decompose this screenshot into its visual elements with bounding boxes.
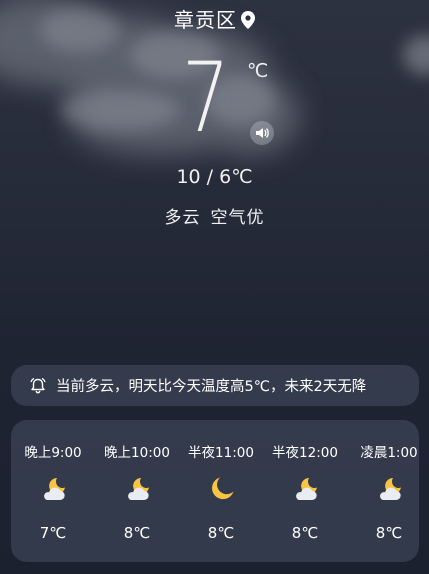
hour-time: 凌晨1:00 (360, 445, 418, 461)
hourly-item: 半夜12:00 8℃ (263, 420, 347, 562)
moon-cloud-icon (296, 478, 317, 501)
temperature-range: 10 / 6℃ (176, 166, 253, 188)
alert-text: 当前多云，明天比今天温度高5℃，未来2天无降 (56, 379, 367, 395)
location-header[interactable]: 章贡区 (0, 4, 429, 34)
weather-condition: 多云 (164, 208, 201, 228)
hour-temperature: 8℃ (375, 524, 403, 542)
hourly-item: 晚上9:00 7℃ (11, 420, 95, 562)
air-quality: 空气优 (210, 208, 265, 228)
hour-temperature: 8℃ (207, 524, 235, 542)
speaker-button[interactable] (250, 121, 274, 145)
hour-temperature: 8℃ (123, 524, 151, 542)
temperature-unit: ℃ (247, 60, 269, 82)
hourly-item: 凌晨1:00 8℃ (347, 420, 419, 562)
bell-icon (29, 377, 47, 395)
moon-cloud-icon (44, 478, 65, 501)
hour-time: 晚上10:00 (104, 445, 170, 461)
moon-cloud-icon (380, 478, 401, 501)
hour-time: 半夜11:00 (188, 445, 254, 461)
hour-temperature: 7℃ (39, 524, 67, 542)
current-temperature: 7 (182, 42, 230, 154)
speaker-icon (256, 128, 269, 138)
location-name: 章贡区 (174, 8, 237, 32)
hourly-forecast[interactable]: 晚上9:00 7℃ 晚上10:00 8℃ 半夜11:00 8℃ 半夜12:00 … (11, 420, 419, 562)
hourly-item: 半夜11:00 8℃ (179, 420, 263, 562)
weather-alert-banner[interactable]: 当前多云，明天比今天温度高5℃，未来2天无降 (11, 365, 419, 406)
hour-time: 半夜12:00 (272, 445, 338, 461)
hourly-item: 晚上10:00 8℃ (95, 420, 179, 562)
moon-cloud-icon (128, 478, 149, 501)
location-pin-icon (241, 10, 255, 34)
hour-temperature: 8℃ (291, 524, 319, 542)
hour-time: 晚上9:00 (24, 445, 82, 461)
moon-icon (212, 477, 234, 500)
weather-summary[interactable]: 多云 空气优 (0, 203, 429, 228)
